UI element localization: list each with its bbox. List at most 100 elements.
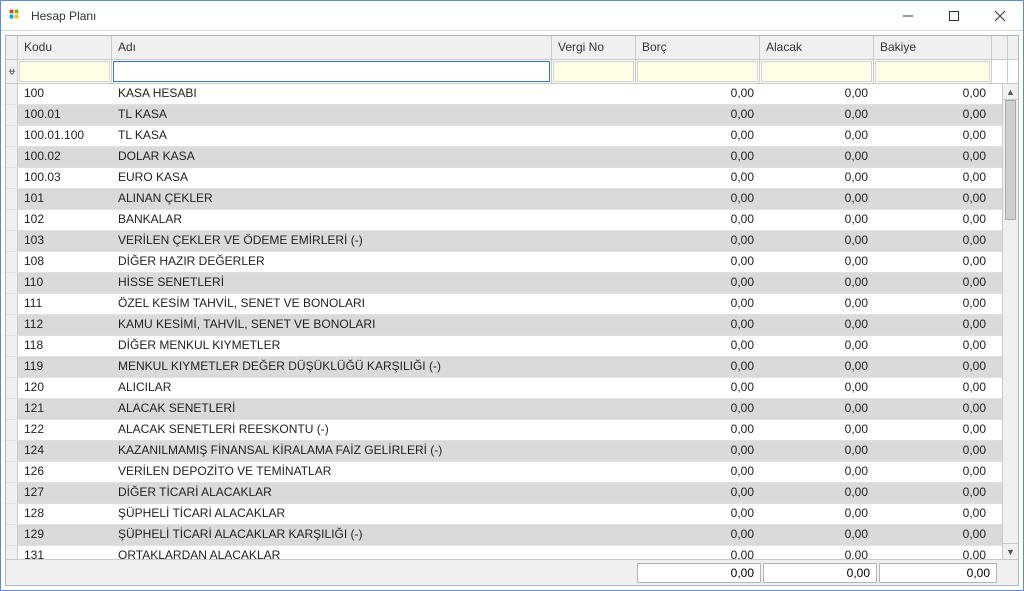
footer-alacak-total: 0,00 xyxy=(763,563,877,583)
scroll-down-button[interactable]: ▼ xyxy=(1003,543,1018,559)
table-row[interactable]: 131ORTAKLARDAN ALACAKLAR0,000,000,00 xyxy=(6,546,1018,559)
scroll-thumb[interactable] xyxy=(1005,100,1016,220)
row-handle xyxy=(6,105,18,125)
cell-adi: ŞÜPHELİ TİCARİ ALACAKLAR xyxy=(112,504,552,524)
table-row[interactable]: 122ALACAK SENETLERİ REESKONTU (-)0,000,0… xyxy=(6,420,1018,441)
cell-adi: KASA HESABI xyxy=(112,84,552,104)
cell-adi: ALACAK SENETLERİ REESKONTU (-) xyxy=(112,420,552,440)
row-handle xyxy=(6,168,18,188)
cell-kodu: 122 xyxy=(18,420,112,440)
col-header-scrollgap xyxy=(992,36,1008,59)
table-row[interactable]: 129ŞÜPHELİ TİCARİ ALACAKLAR KARŞILIĞI (-… xyxy=(6,525,1018,546)
cell-bakiye: 0,00 xyxy=(874,420,992,440)
cell-adi: EURO KASA xyxy=(112,168,552,188)
row-handle xyxy=(6,210,18,230)
cell-kodu: 100.01.100 xyxy=(18,126,112,146)
table-row[interactable]: 120ALICILAR0,000,000,00 xyxy=(6,378,1018,399)
scroll-track[interactable] xyxy=(1003,100,1018,543)
cell-borc: 0,00 xyxy=(636,483,760,503)
filter-kodu[interactable] xyxy=(19,61,110,82)
row-handle xyxy=(6,84,18,104)
filter-borc[interactable] xyxy=(637,61,758,82)
table-row[interactable]: 112KAMU KESİMİ, TAHVİL, SENET VE BONOLAR… xyxy=(6,315,1018,336)
cell-alacak: 0,00 xyxy=(760,168,874,188)
cell-alacak: 0,00 xyxy=(760,84,874,104)
table-row[interactable]: 103VERİLEN ÇEKLER VE ÖDEME EMİRLERİ (-)0… xyxy=(6,231,1018,252)
cell-borc: 0,00 xyxy=(636,210,760,230)
table-row[interactable]: 108DİĞER HAZIR DEĞERLER0,000,000,00 xyxy=(6,252,1018,273)
table-row[interactable]: 100.01TL KASA0,000,000,00 xyxy=(6,105,1018,126)
cell-bakiye: 0,00 xyxy=(874,399,992,419)
table-row[interactable]: 118DİĞER MENKUL KIYMETLER0,000,000,00 xyxy=(6,336,1018,357)
cell-vergi xyxy=(552,546,636,559)
table-row[interactable]: 100KASA HESABI0,000,000,00 xyxy=(6,84,1018,105)
scroll-up-button[interactable]: ▲ xyxy=(1003,84,1018,100)
table-row[interactable]: 102BANKALAR0,000,000,00 xyxy=(6,210,1018,231)
window: Hesap Planı Kodu Adı Vergi No Borç Alaca… xyxy=(0,0,1024,591)
cell-borc: 0,00 xyxy=(636,336,760,356)
table-row[interactable]: 121ALACAK SENETLERİ0,000,000,00 xyxy=(6,399,1018,420)
cell-adi: DİĞER MENKUL KIYMETLER xyxy=(112,336,552,356)
cell-bakiye: 0,00 xyxy=(874,378,992,398)
cell-vergi xyxy=(552,273,636,293)
cell-adi: ALICILAR xyxy=(112,378,552,398)
cell-bakiye: 0,00 xyxy=(874,483,992,503)
cell-kodu: 108 xyxy=(18,252,112,272)
cell-alacak: 0,00 xyxy=(760,252,874,272)
table-row[interactable]: 100.01.100TL KASA0,000,000,00 xyxy=(6,126,1018,147)
col-header-borc[interactable]: Borç xyxy=(636,36,760,59)
cell-alacak: 0,00 xyxy=(760,231,874,251)
row-handle xyxy=(6,462,18,482)
col-header-vergi[interactable]: Vergi No xyxy=(552,36,636,59)
filter-row xyxy=(6,60,1018,84)
table-row[interactable]: 111ÖZEL KESİM TAHVİL, SENET VE BONOLARI0… xyxy=(6,294,1018,315)
grid: Kodu Adı Vergi No Borç Alacak Bakiye 100… xyxy=(5,35,1019,586)
row-handle xyxy=(6,273,18,293)
filter-icon xyxy=(6,60,18,83)
cell-bakiye: 0,00 xyxy=(874,273,992,293)
table-row[interactable]: 124KAZANILMAMIŞ FİNANSAL KİRALAMA FAİZ G… xyxy=(6,441,1018,462)
cell-borc: 0,00 xyxy=(636,378,760,398)
cell-adi: TL KASA xyxy=(112,105,552,125)
filter-vergi[interactable] xyxy=(553,61,634,82)
cell-vergi xyxy=(552,420,636,440)
table-row[interactable]: 100.03EURO KASA0,000,000,00 xyxy=(6,168,1018,189)
cell-alacak: 0,00 xyxy=(760,378,874,398)
col-header-bakiye[interactable]: Bakiye xyxy=(874,36,992,59)
cell-vergi xyxy=(552,315,636,335)
table-row[interactable]: 101ALINAN ÇEKLER0,000,000,00 xyxy=(6,189,1018,210)
row-handle xyxy=(6,483,18,503)
row-handle xyxy=(6,546,18,559)
table-row[interactable]: 128ŞÜPHELİ TİCARİ ALACAKLAR0,000,000,00 xyxy=(6,504,1018,525)
col-header-alacak[interactable]: Alacak xyxy=(760,36,874,59)
cell-vergi xyxy=(552,483,636,503)
cell-kodu: 102 xyxy=(18,210,112,230)
table-row[interactable]: 126VERİLEN DEPOZİTO VE TEMİNATLAR0,000,0… xyxy=(6,462,1018,483)
cell-vergi xyxy=(552,399,636,419)
app-icon xyxy=(9,8,25,24)
filter-alacak[interactable] xyxy=(761,61,872,82)
filter-bakiye[interactable] xyxy=(875,61,990,82)
cell-adi: ALINAN ÇEKLER xyxy=(112,189,552,209)
cell-vergi xyxy=(552,84,636,104)
table-row[interactable]: 127DİĞER TİCARİ ALACAKLAR0,000,000,00 xyxy=(6,483,1018,504)
cell-adi: ŞÜPHELİ TİCARİ ALACAKLAR KARŞILIĞI (-) xyxy=(112,525,552,545)
maximize-button[interactable] xyxy=(931,1,977,31)
minimize-button[interactable] xyxy=(885,1,931,31)
row-handle xyxy=(6,336,18,356)
table-row[interactable]: 110HİSSE SENETLERİ0,000,000,00 xyxy=(6,273,1018,294)
cell-adi: MENKUL KIYMETLER DEĞER DÜŞÜKLÜĞÜ KARŞILI… xyxy=(112,357,552,377)
cell-kodu: 129 xyxy=(18,525,112,545)
col-header-kodu[interactable]: Kodu xyxy=(18,36,112,59)
cell-bakiye: 0,00 xyxy=(874,315,992,335)
vertical-scrollbar[interactable]: ▲ ▼ xyxy=(1002,84,1018,559)
table-row[interactable]: 119MENKUL KIYMETLER DEĞER DÜŞÜKLÜĞÜ KARŞ… xyxy=(6,357,1018,378)
filter-adi[interactable] xyxy=(113,61,550,82)
close-button[interactable] xyxy=(977,1,1023,31)
col-header-adi[interactable]: Adı xyxy=(112,36,552,59)
cell-bakiye: 0,00 xyxy=(874,441,992,461)
row-handle xyxy=(6,315,18,335)
cell-kodu: 128 xyxy=(18,504,112,524)
cell-bakiye: 0,00 xyxy=(874,84,992,104)
table-row[interactable]: 100.02DOLAR KASA0,000,000,00 xyxy=(6,147,1018,168)
